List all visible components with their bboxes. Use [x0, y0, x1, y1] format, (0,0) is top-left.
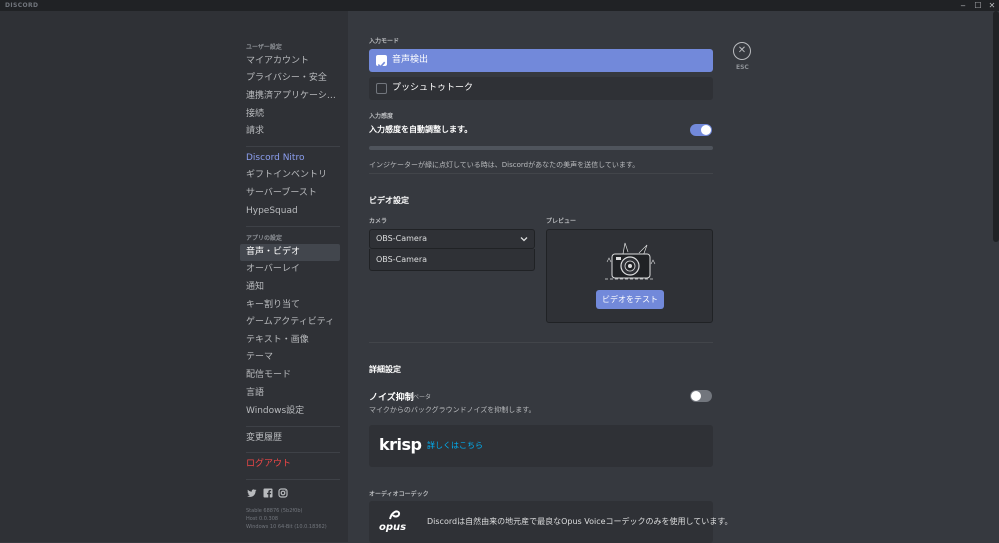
sidebar-item-hypesquad[interactable]: HypeSquad: [240, 203, 340, 220]
sidebar-item-keybinds[interactable]: キー割り当て: [240, 297, 340, 314]
advanced-settings-title: 詳細設定: [369, 365, 401, 374]
sidebar-item-windows-settings[interactable]: Windows設定: [240, 403, 340, 420]
sidebar-item-theme[interactable]: テーマ: [240, 349, 340, 366]
test-video-button[interactable]: ビデオをテスト: [596, 290, 664, 309]
version-host: Host 0.0.308: [246, 516, 279, 522]
opus-banner: opus Discordは自然由来の地元産で最良なOpus Voiceコーデック…: [369, 501, 732, 543]
esc-label: ESC: [736, 64, 749, 71]
push-to-talk-option[interactable]: プッシュトゥトーク: [369, 77, 713, 100]
noise-description: マイクからのバックグラウンドノイズを抑制します。: [369, 406, 536, 414]
camera-label: カメラ: [369, 218, 388, 225]
sidebar-item-my-account[interactable]: マイアカウント: [240, 53, 340, 70]
instagram-icon[interactable]: [278, 488, 288, 498]
toggle-knob: [691, 391, 701, 401]
camera-illustration-icon: [605, 242, 656, 280]
sidebar-item-billing[interactable]: 請求: [240, 123, 340, 140]
sidebar-item-changelog[interactable]: 変更履歴: [240, 430, 340, 447]
audio-codec-label: オーディオコーデック: [369, 491, 429, 498]
sidebar-item-language[interactable]: 言語: [240, 385, 340, 402]
twitter-icon[interactable]: [247, 488, 257, 498]
video-preview: ビデオをテスト: [546, 229, 713, 323]
sidebar-item-game-activity[interactable]: ゲームアクティビティ: [240, 314, 340, 331]
close-settings-button[interactable]: ✕: [733, 42, 751, 60]
app-settings-header: アプリの設定: [246, 235, 283, 242]
camera-select[interactable]: OBS-Camera: [369, 229, 535, 249]
sidebar-item-server-boost[interactable]: サーバーブースト: [240, 185, 340, 202]
close-window-button[interactable]: ✕: [985, 0, 999, 11]
version-os: Windows 10 64-Bit (10.0.18362): [246, 524, 327, 530]
push-to-talk-label: プッシュトゥトーク: [392, 83, 474, 93]
toggle-knob: [701, 125, 711, 135]
minimize-button[interactable]: ‒: [956, 0, 970, 11]
voice-activity-label: 音声検出: [392, 55, 429, 65]
sidebar-item-gift-inventory[interactable]: ギフトインベントリ: [240, 167, 340, 184]
sidebar-divider: [246, 426, 340, 427]
version-stable: Stable 68876 (5b2f0b): [246, 508, 303, 514]
noise-suppression-label: ノイズ抑制: [369, 393, 414, 403]
camera-option[interactable]: OBS-Camera: [369, 249, 535, 271]
sidebar-item-voice-video[interactable]: 音声・ビデオ: [240, 244, 340, 261]
facebook-icon[interactable]: [263, 488, 273, 498]
sidebar-item-privacy[interactable]: プライバシー・安全: [240, 70, 340, 87]
section-divider: [369, 173, 713, 174]
checkmark-icon: [377, 61, 386, 68]
sidebar-item-notifications[interactable]: 通知: [240, 279, 340, 296]
title-bar: DISCORD ‒ ☐ ✕: [0, 0, 999, 11]
maximize-button[interactable]: ☐: [971, 0, 985, 11]
auto-sensitivity-label: 入力感度を自動調整します。: [369, 125, 473, 134]
section-divider: [369, 342, 713, 343]
preview-label: プレビュー: [546, 218, 577, 225]
camera-select-value: OBS-Camera: [376, 234, 428, 243]
beta-badge: ベータ: [413, 394, 432, 401]
chevron-down-icon: [520, 237, 528, 242]
app-logo: DISCORD: [5, 2, 39, 9]
voice-activity-option[interactable]: 音声検出: [369, 49, 713, 72]
content-scrollbar[interactable]: [993, 11, 999, 242]
krisp-banner: krisp 詳しくはこちら: [369, 425, 713, 467]
sensitivity-meter: [369, 146, 713, 150]
sidebar-item-streamer-mode[interactable]: 配信モード: [240, 367, 340, 384]
camera-option-label: OBS-Camera: [376, 255, 428, 264]
checkbox-checked: [376, 55, 387, 68]
user-settings-header: ユーザー設定: [246, 44, 282, 51]
close-icon: ✕: [737, 45, 747, 56]
input-sensitivity-label: 入力感度: [369, 113, 394, 120]
sidebar-divider: [246, 452, 340, 453]
krisp-logo: krisp: [379, 435, 422, 454]
sidebar-item-logout[interactable]: ログアウト: [240, 456, 340, 473]
indicator-hint: インジケーターが緑に点灯している時は、Discordがあなたの美声を送信していま…: [369, 161, 640, 169]
krisp-learn-more-link[interactable]: 詳しくはこちら: [427, 425, 483, 467]
sidebar-divider: [246, 479, 340, 480]
opus-logo: opus: [379, 522, 407, 533]
sidebar-item-overlay[interactable]: オーバーレイ: [240, 261, 340, 278]
settings-sidebar: ユーザー設定 マイアカウント プライバシー・安全 連携済アプリケーショ... 接…: [0, 11, 348, 542]
sidebar-item-authorized-apps[interactable]: 連携済アプリケーショ...: [240, 88, 340, 105]
sidebar-divider: [246, 146, 340, 147]
settings-content: 入力モード 音声検出 プッシュトゥトーク 入力感度 入力感度を自動調整します。 …: [348, 11, 999, 543]
sidebar-divider: [246, 226, 340, 227]
sidebar-item-text-images[interactable]: テキスト・画像: [240, 332, 340, 349]
video-settings-title: ビデオ設定: [369, 196, 409, 205]
opus-mark-icon: [389, 510, 401, 520]
input-mode-label: 入力モード: [369, 38, 400, 45]
opus-description: Discordは自然由来の地元産で最良なOpus Voiceコーデックのみを使用…: [427, 517, 733, 526]
sidebar-item-connections[interactable]: 接続: [240, 106, 340, 123]
sidebar-item-discord-nitro[interactable]: Discord Nitro: [240, 150, 340, 167]
checkbox-unchecked: [376, 83, 387, 94]
auto-sensitivity-toggle[interactable]: [690, 124, 712, 136]
noise-suppression-toggle[interactable]: [690, 390, 712, 402]
